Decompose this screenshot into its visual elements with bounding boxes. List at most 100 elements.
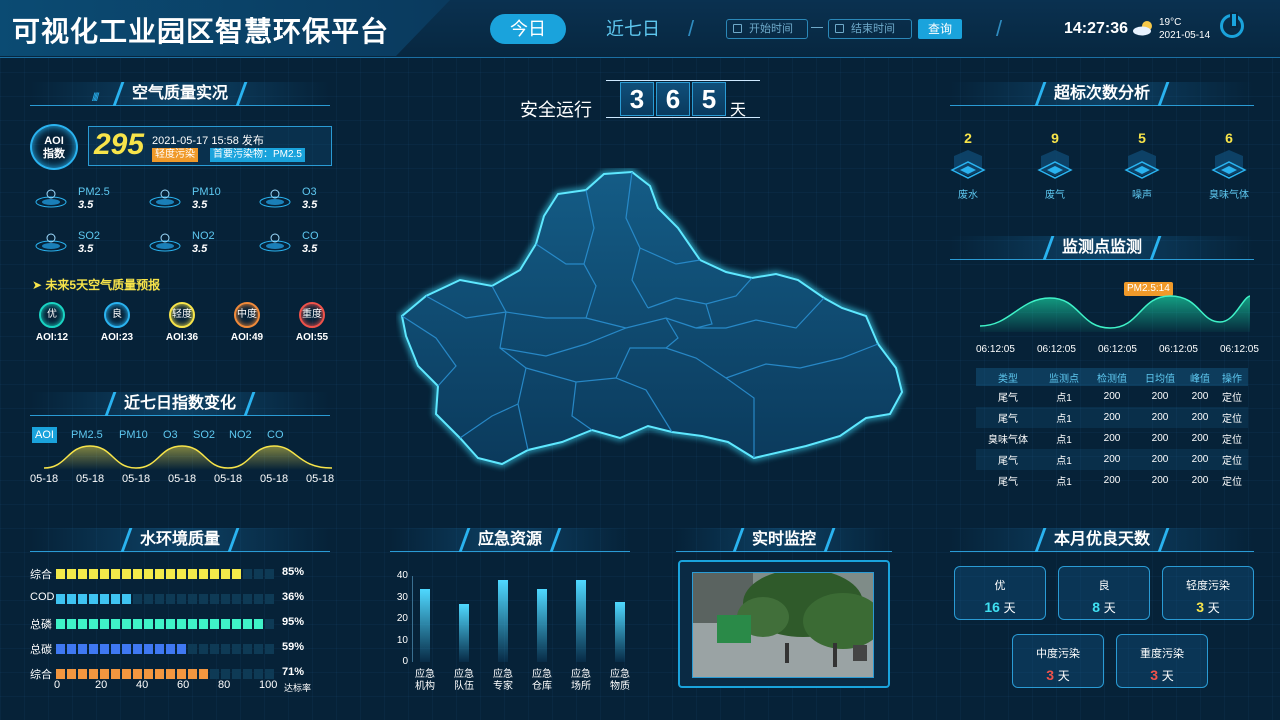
district-map[interactable] [396, 168, 912, 472]
pollutant-value: 3.5 [302, 243, 318, 255]
water-bar-cell [166, 644, 175, 654]
water-bar-cell [243, 644, 252, 654]
forecast-aqi: AOI:49 [230, 332, 264, 343]
monitor-time-label: 06:12:05 [1098, 344, 1137, 355]
water-bar-cell [232, 594, 241, 604]
monitor-header-cell: 日均值 [1136, 368, 1184, 386]
locate-link[interactable]: 定位 [1216, 407, 1248, 428]
water-bar-cell [232, 644, 241, 654]
water-bar-cell [89, 594, 98, 604]
exceed-diamond-icon [1033, 150, 1077, 184]
monitor-table-header: 类型 监测点 检测值 日均值 峰值 操作 [976, 368, 1248, 386]
water-bar-cell [67, 619, 76, 629]
emergency-label-line1: 应急 [610, 669, 630, 680]
water-bar-cell [155, 594, 164, 604]
trend-x-label: 05-18 [168, 473, 197, 485]
exceed-label: 噪声 [1132, 190, 1152, 201]
emergency-y-axis [412, 576, 413, 662]
water-row-label: 总碳 [30, 644, 52, 656]
query-button[interactable]: 查询 [918, 19, 962, 39]
good-days-value: 3 天 [1117, 667, 1207, 684]
water-row-percent: 71% [282, 666, 305, 678]
pollutant-name: O3 [302, 186, 317, 198]
pollutant-value: 3.5 [78, 199, 94, 211]
aqi-value: 295 [94, 128, 145, 161]
good-days-title: 本月优良天数 [950, 528, 1254, 552]
water-progress-bar [56, 644, 274, 654]
water-bar-cell [188, 669, 197, 679]
water-bar-cell [254, 619, 263, 629]
water-bar-cell [78, 619, 87, 629]
pollutant-name: PM2.5 [78, 186, 110, 198]
water-bar-cell [78, 594, 87, 604]
emergency-y-tick: 20 [396, 613, 408, 624]
good-days-value: 8 天 [1059, 599, 1149, 616]
locate-link[interactable]: 定位 [1216, 449, 1248, 470]
monitor-cell: 点1 [1056, 477, 1072, 488]
water-bar-cell [243, 669, 252, 679]
end-date-input[interactable]: 结束时间 [828, 19, 912, 39]
water-bar-cell [144, 619, 153, 629]
water-progress-bar [56, 669, 274, 679]
trend-tab[interactable]: SO2 [190, 427, 218, 443]
trend-title: 近七日指数变化 [30, 392, 330, 416]
emergency-category-label: 应急 队伍 [446, 669, 482, 693]
water-bar-cell [265, 594, 274, 604]
week-button[interactable]: 近七日 [598, 14, 668, 44]
today-button[interactable]: 今日 [490, 14, 566, 44]
water-bar-cell [210, 619, 219, 629]
emergency-label-line2: 队伍 [454, 681, 474, 692]
exceed-item: 5 噪声 [1112, 130, 1172, 201]
water-title: 水环境质量 [30, 528, 330, 552]
trend-tab[interactable]: O3 [160, 427, 181, 443]
trend-tab[interactable]: PM2.5 [68, 427, 106, 443]
monitor-header-cell: 操作 [1216, 368, 1248, 386]
monitor-table-row: 尾气 点1 200 200 200 定位 [976, 470, 1248, 491]
locate-link[interactable]: 定位 [1216, 386, 1248, 407]
trend-tab[interactable]: PM10 [116, 427, 151, 443]
monitor-cell: 200 [1088, 407, 1136, 428]
forecast-level-ring: 轻度 [169, 302, 195, 328]
water-bar-cell [144, 569, 153, 579]
monitor-cell: 点1 [1040, 407, 1088, 428]
water-bar-cell [166, 569, 175, 579]
water-bar-cell [254, 569, 263, 579]
pollutant-value: 3.5 [302, 199, 318, 211]
water-x-unit: 达标率 [284, 683, 312, 693]
monitor-table: 类型 监测点 检测值 日均值 峰值 操作 尾气 点1 200 200 200 定位 尾气 点1 200 200… [976, 368, 1248, 491]
surveillance-video[interactable] [692, 572, 874, 678]
good-days-card: 轻度污染 3 天 [1162, 566, 1254, 620]
water-bar-cell [89, 619, 98, 629]
monitor-wave-chart [980, 295, 1250, 332]
locate-link[interactable]: 定位 [1216, 428, 1248, 449]
power-icon[interactable] [1220, 12, 1244, 38]
good-days-unit: 天 [1057, 669, 1070, 683]
water-bar-cell [122, 569, 131, 579]
emergency-category-label: 应急 物质 [602, 669, 638, 693]
camera-feed-image [693, 573, 873, 677]
trend-tab[interactable]: AOI [32, 427, 57, 443]
water-bar-cell [67, 569, 76, 579]
water-bar-cell [265, 644, 274, 654]
good-days-value: 16 天 [955, 599, 1045, 616]
partly-cloudy-icon [1133, 21, 1152, 36]
water-bar-cell [254, 669, 263, 679]
pollutant-icon [34, 232, 68, 252]
trend-tab[interactable]: NO2 [226, 427, 255, 443]
start-date-input[interactable]: 开始时间 [726, 19, 808, 39]
trend-x-label: 05-18 [30, 473, 59, 485]
aqi-badge: AOI 指数 [30, 124, 78, 170]
water-bar-cell [243, 594, 252, 604]
monitor-time-label: 06:12:05 [1220, 344, 1259, 355]
monitor-header-cell: 检测值 [1088, 368, 1136, 386]
divider-slash: / [996, 16, 1003, 41]
monitor-cell: 200 [1088, 449, 1136, 470]
exceed-label: 废水 [958, 190, 978, 201]
locate-link[interactable]: 定位 [1216, 470, 1248, 491]
trend-tab[interactable]: CO [264, 427, 287, 443]
water-bar-cell [210, 594, 219, 604]
water-row-label: COD [30, 591, 55, 603]
page-title: 可视化工业园区智慧环保平台 [12, 16, 390, 47]
exceed-item: 6 臭味气体 [1199, 130, 1259, 201]
water-bar-cell [243, 569, 252, 579]
